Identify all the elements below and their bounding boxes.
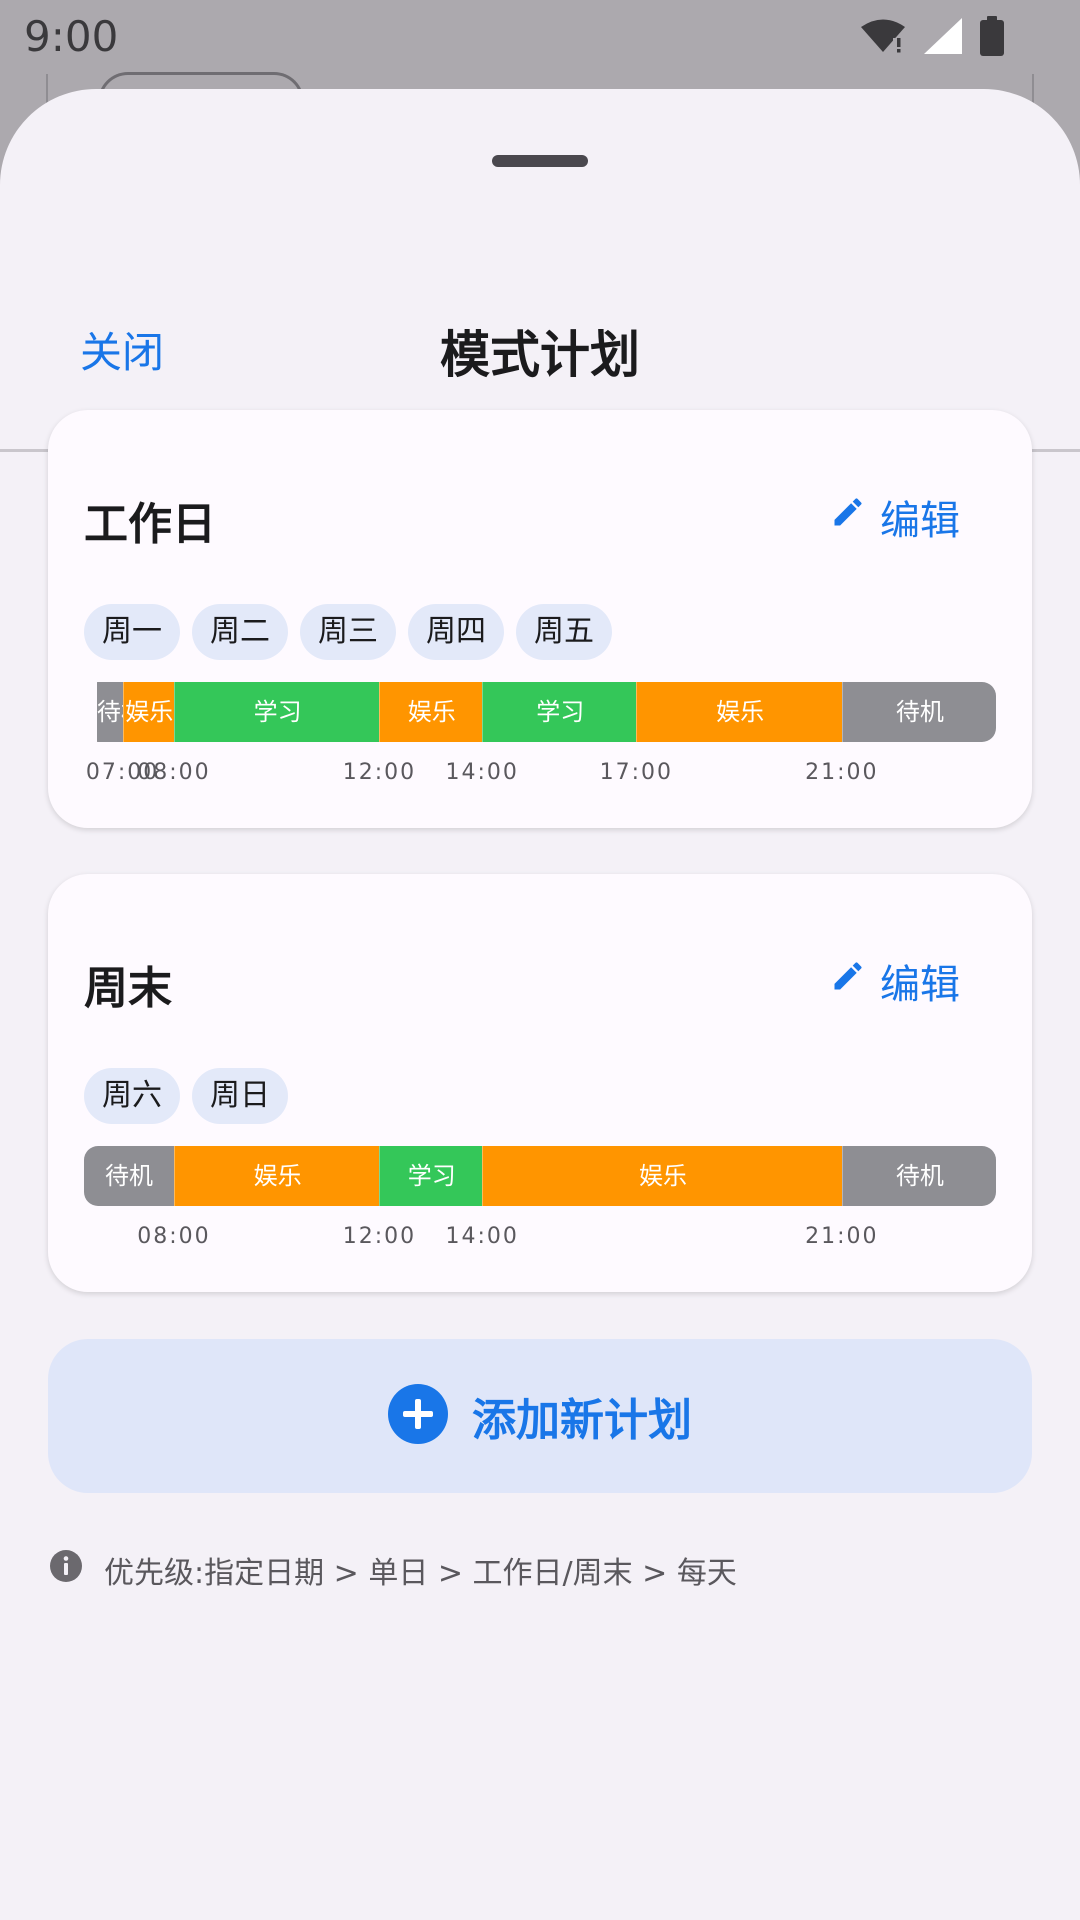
day-chips: 周一 周二 周三 周四 周五 (84, 604, 612, 660)
time-label: 12:00 (342, 1224, 417, 1249)
time-label: 08:00 (137, 760, 211, 785)
timeline-segment-study[interactable]: 学习 (379, 1146, 484, 1206)
day-chip: 周四 (408, 604, 504, 660)
timeline-segment-study[interactable]: 学习 (482, 682, 638, 742)
day-chip: 周六 (84, 1068, 180, 1124)
time-label: 21:00 (805, 1224, 879, 1249)
timeline-segment-entertainment[interactable]: 娱乐 (636, 682, 843, 742)
drag-handle[interactable] (492, 155, 588, 167)
day-chip: 周二 (192, 604, 288, 660)
sheet-title: 模式计划 (440, 326, 640, 384)
time-labels: 07:00 08:00 12:00 14:00 17:00 21:00 (84, 760, 996, 790)
add-plan-label: 添加新计划 (472, 1395, 692, 1446)
timeline-segment-standby[interactable]: 待机 (841, 1146, 996, 1206)
day-chip: 周五 (516, 604, 612, 660)
priority-note-text: 优先级:指定日期 > 单日 > 工作日/周末 > 每天 (104, 1556, 737, 1591)
plan-card-weekend: 周末 编辑 周六 周日 待机 娱乐 学习 娱乐 待机 08:00 12:00 14:00 21… (48, 874, 1032, 1292)
day-chip: 周三 (300, 604, 396, 660)
day-chip: 周一 (84, 604, 180, 660)
timeline-segment-standby[interactable]: 待机 (96, 682, 123, 742)
day-chip: 周日 (192, 1068, 288, 1124)
plan-title: 周末 (84, 963, 172, 1014)
screen: 9:00 关闭 模式计划 工作日 编辑 周一 周二 周三 周四 周五 待 娱乐 … (0, 0, 1080, 1920)
timeline-segment-entertainment[interactable]: 娱乐 (482, 1146, 843, 1206)
schedule-timeline[interactable]: 待机 娱乐 学习 娱乐 待机 (84, 1146, 996, 1206)
plan-title: 工作日 (84, 499, 216, 550)
pencil-icon (830, 958, 866, 1004)
edit-label: 编辑 (880, 498, 960, 544)
timeline-segment-entertainment[interactable]: 娱乐 (379, 682, 484, 742)
time-labels: 08:00 12:00 14:00 21:00 (84, 1224, 996, 1254)
cellular-signal-icon (924, 18, 962, 54)
priority-note: 优先级:指定日期 > 单日 > 工作日/周末 > 每天 (50, 1548, 737, 1592)
status-bar: 9:00 (0, 0, 1080, 80)
status-icons (860, 16, 1004, 56)
status-time: 9:00 (24, 12, 119, 61)
add-plan-button[interactable]: 添加新计划 (48, 1339, 1032, 1493)
time-label: 08:00 (137, 1224, 211, 1249)
timeline-segment-study[interactable]: 学习 (173, 682, 381, 742)
timeline-segment-entertainment[interactable]: 娱乐 (122, 682, 175, 742)
sheet-header: 关闭 模式计划 (0, 289, 1080, 399)
time-label: 14:00 (445, 760, 519, 785)
battery-icon (980, 16, 1004, 56)
time-label: 12:00 (342, 760, 417, 785)
edit-plan-button[interactable]: 编辑 (830, 952, 960, 1010)
timeline-segment-entertainment[interactable]: 娱乐 (173, 1146, 381, 1206)
timeline-segment-standby[interactable]: 待机 (841, 682, 996, 742)
time-label: 17:00 (599, 760, 674, 785)
edit-label: 编辑 (880, 962, 960, 1008)
timeline-segment-standby[interactable]: 待机 (84, 1146, 174, 1206)
info-icon (50, 1550, 82, 1590)
pencil-icon (830, 494, 866, 540)
day-chips: 周六 周日 (84, 1068, 288, 1124)
plan-card-workday: 工作日 编辑 周一 周二 周三 周四 周五 待机娱乐学习娱乐学习娱乐待机 07:… (48, 410, 1032, 828)
time-label: 14:00 (445, 1224, 519, 1249)
schedule-timeline[interactable]: 待机娱乐学习娱乐学习娱乐待机 (84, 682, 996, 742)
time-label: 21:00 (805, 760, 879, 785)
wifi-icon (860, 18, 906, 54)
plus-circle-icon (388, 1384, 448, 1448)
edit-plan-button[interactable]: 编辑 (830, 488, 960, 546)
